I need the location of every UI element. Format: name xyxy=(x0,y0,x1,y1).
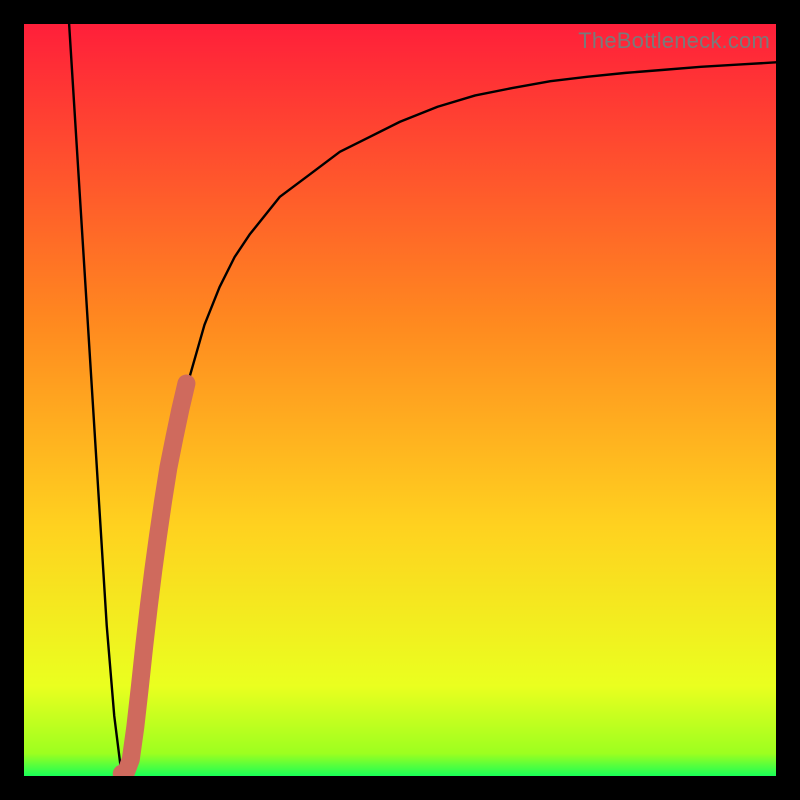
chart-frame: TheBottleneck.com xyxy=(24,24,776,776)
watermark-text: TheBottleneck.com xyxy=(578,28,770,54)
bottleneck-chart xyxy=(24,24,776,776)
